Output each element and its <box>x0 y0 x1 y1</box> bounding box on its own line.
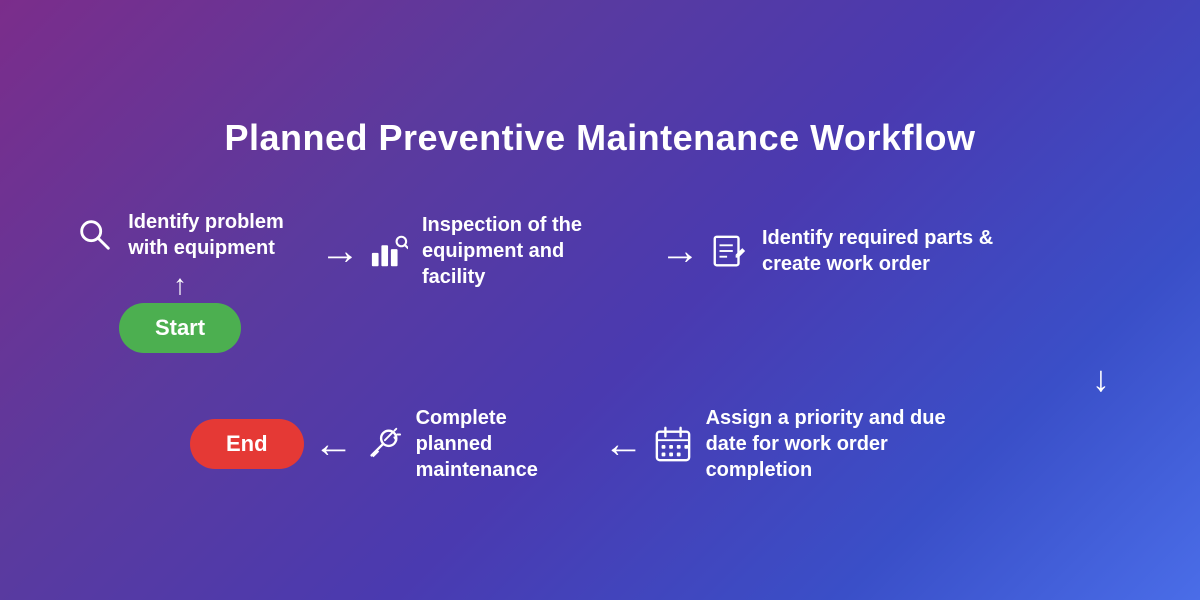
step-1-label: Identify problemwith equipment <box>128 209 284 261</box>
step-1: Identify problemwith equipment <box>76 209 284 261</box>
arrow-left-1: ← <box>314 422 354 467</box>
workflow-row-top: Identify problemwith equipment ↑ Start →… <box>50 209 1150 353</box>
search-icon <box>76 216 114 254</box>
arrow-up: ↑ <box>173 271 187 299</box>
step-3: Identify required parts &create work ord… <box>710 225 1010 277</box>
step-4: Assign a priority and duedate for work o… <box>654 405 964 483</box>
calendar-icon <box>654 425 692 463</box>
arrow-left-2: ← <box>604 422 644 467</box>
step-2-label: Inspection of theequipment andfacility <box>422 212 582 290</box>
vertical-connector: ↓ <box>50 361 1150 397</box>
page-title: Planned Preventive Maintenance Workflow <box>224 117 975 159</box>
arrow-right-1: → <box>320 229 360 274</box>
chart-inspect-icon <box>370 232 408 270</box>
arrow-right-2: → <box>660 229 700 274</box>
workflow-row-bottom: End ← Completeplannedmaintenance ← <box>50 405 1150 483</box>
edit-icon <box>710 232 748 270</box>
arrow-down: ↓ <box>1092 361 1110 397</box>
step-5: Completeplannedmaintenance <box>364 405 594 483</box>
workflow-container: Identify problemwith equipment ↑ Start →… <box>50 209 1150 483</box>
wrench-icon <box>364 425 402 463</box>
step-2: Inspection of theequipment andfacility <box>370 212 650 290</box>
step-4-label: Assign a priority and duedate for work o… <box>706 405 946 483</box>
start-button[interactable]: Start <box>119 303 241 353</box>
step-5-label: Completeplannedmaintenance <box>416 405 538 483</box>
start-section: ↑ Start <box>119 271 241 353</box>
end-button[interactable]: End <box>190 419 304 469</box>
step-3-label: Identify required parts &create work ord… <box>762 225 993 277</box>
